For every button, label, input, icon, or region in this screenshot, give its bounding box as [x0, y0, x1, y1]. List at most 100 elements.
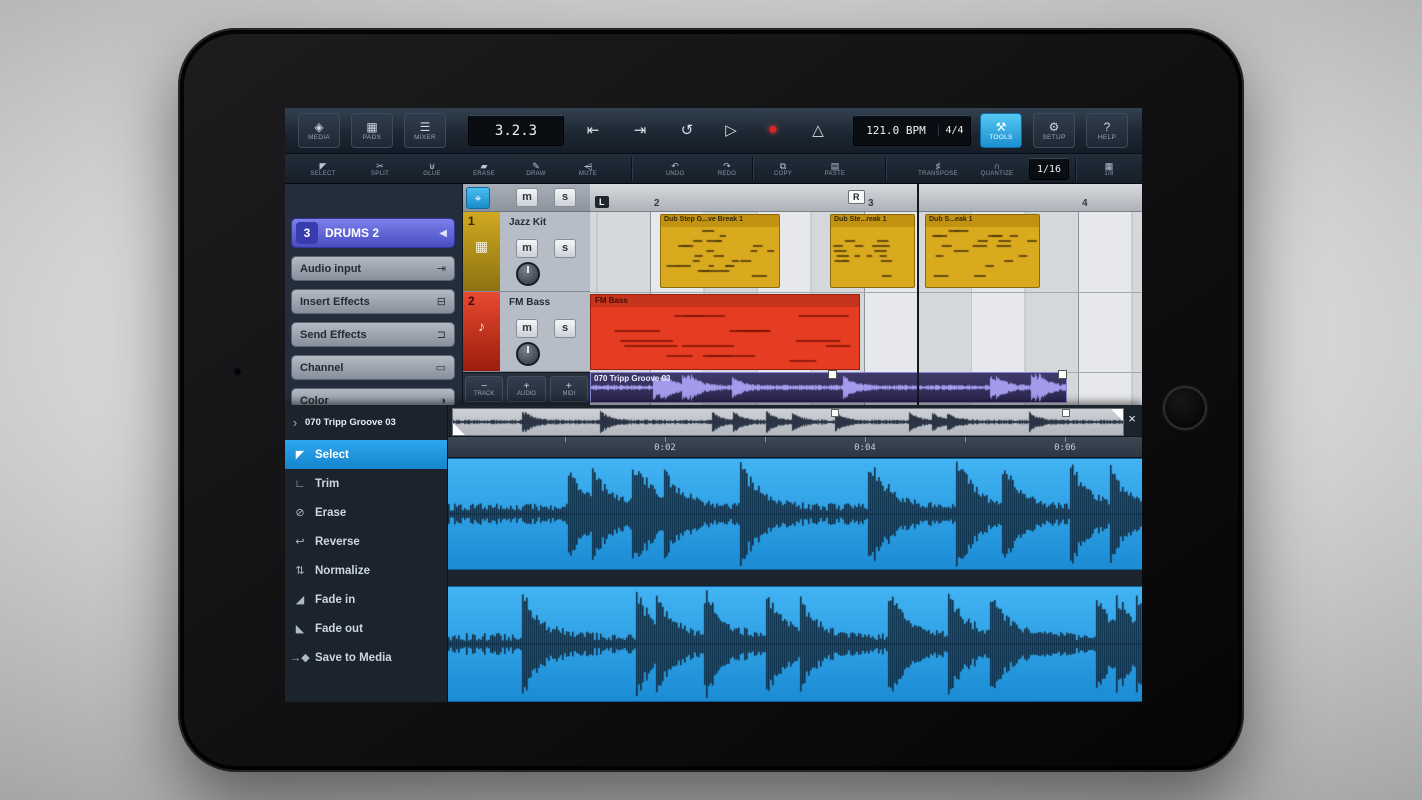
track2-number: 2	[468, 294, 475, 308]
track-header-fm-bass[interactable]: 2 ♪ FM Bass m s	[463, 292, 590, 372]
track-header-jazz-kit[interactable]: 1 ▦ Jazz Kit m s	[463, 212, 590, 292]
midi-clip-3-title: Dub S...eak 1	[926, 215, 1039, 227]
track2-volume-knob[interactable]	[516, 342, 540, 366]
track2-solo-button[interactable]: s	[554, 319, 576, 338]
help-button[interactable]: ? HELP	[1086, 113, 1128, 148]
bass-midi-clip[interactable]: FM Bass	[590, 294, 860, 370]
right-locator-flag[interactable]: R	[848, 190, 865, 204]
glue-label: GLUE	[423, 171, 441, 177]
track1-controls: Jazz Kit m s	[500, 212, 590, 291]
master-mute-button[interactable]: m	[516, 188, 538, 207]
waveform-left-channel[interactable]	[448, 458, 1142, 570]
tools-icon: ⚒	[995, 119, 1007, 134]
clip-selection-handle[interactable]	[1058, 370, 1067, 379]
edit-toolbar: ◤ SELECT ✂ SPLIT ⊎ GLUE ▰ ERASE ✎ DRAW ◁…	[285, 154, 1142, 184]
metronome-button[interactable]: △	[800, 115, 836, 145]
glue-tool-button[interactable]: ⊎ GLUE	[406, 155, 458, 183]
record-button[interactable]: ●	[755, 115, 791, 145]
add-midi-track-button[interactable]: + MIDI	[549, 376, 588, 402]
left-locator-flag[interactable]: L	[595, 196, 609, 208]
draw-tool-button[interactable]: ✎ DRAW	[510, 155, 562, 183]
channel-label: Channel	[300, 361, 344, 374]
go-to-start-button[interactable]: ⇤	[575, 115, 611, 145]
paste-button[interactable]: ▤ PASTE	[809, 155, 861, 183]
inspector-item-color[interactable]: Color ◑	[291, 388, 455, 405]
collapse-inspector-icon[interactable]: ◀	[439, 228, 447, 239]
overview-waveform-canvas	[453, 410, 1123, 434]
copy-button[interactable]: ⧉ COPY	[757, 155, 809, 183]
timeline-ruler[interactable]: 2 3 4 L R	[590, 184, 1142, 212]
close-editor-button[interactable]: ×	[1124, 411, 1140, 427]
inspector-item-send-effects[interactable]: Send Effects ⊐	[291, 322, 455, 347]
track-number-badge: 3	[296, 222, 318, 244]
daw-app-screen: ◈ MEDIA ▦ PADS ☰ MIXER 3.2.3 ⇤ ⇥ ↺ ▷ ● △…	[285, 108, 1142, 702]
setup-button[interactable]: ⚙ SETUP	[1033, 113, 1075, 148]
split-tool-button[interactable]: ✂ SPLIT	[354, 155, 406, 183]
selected-track-header[interactable]: 3 DRUMS 2 ◀	[291, 218, 455, 248]
editor-tool-fade-in[interactable]: ◢ Fade in	[285, 585, 447, 614]
clip-selection-handle[interactable]	[828, 370, 837, 379]
tools-button[interactable]: ⚒ TOOLS	[980, 113, 1022, 148]
undo-label: UNDO	[665, 171, 685, 177]
erase-tool-button[interactable]: ▰ ERASE	[458, 155, 510, 183]
track1-solo-button[interactable]: s	[554, 239, 576, 258]
redo-icon: ↷	[723, 161, 731, 171]
mixer-button[interactable]: ☰ MIXER	[404, 113, 446, 148]
media-button[interactable]: ◈ MEDIA	[298, 113, 340, 148]
editor-tool-select[interactable]: ◤ Select	[285, 440, 447, 469]
tempo-display[interactable]: 121.0 BPM 4/4	[853, 115, 971, 146]
midi-clip-1[interactable]: Dub Step G...ve Break 1	[660, 214, 780, 288]
editor-tool-fade-out[interactable]: ◣ Fade out	[285, 614, 447, 643]
arrangement-area[interactable]: 2 3 4 L R Dub Step G...ve Break 1 Dub St…	[590, 184, 1142, 405]
inspector-item-channel[interactable]: Channel ▭	[291, 355, 455, 380]
transpose-button[interactable]: ♯ TRANSPOSE	[907, 155, 969, 183]
delete-track-button[interactable]: − TRACK	[465, 376, 504, 402]
waveform-right-channel[interactable]	[448, 586, 1142, 702]
eraser-icon: ▰	[480, 161, 488, 171]
waveform-overview-strip[interactable]	[452, 408, 1124, 436]
play-icon: ▷	[725, 122, 737, 139]
quantize-button[interactable]: ∩ QUANTIZE	[969, 155, 1025, 183]
collapse-editor-icon[interactable]: ›	[285, 415, 305, 430]
play-button[interactable]: ▷	[713, 115, 749, 145]
track2-mute-button[interactable]: m	[516, 319, 538, 338]
mixer-label: MIXER	[413, 133, 437, 141]
midi-clip-2[interactable]: Dub Ste...reak 1	[830, 214, 915, 288]
track1-mute-button[interactable]: m	[516, 239, 538, 258]
track2-controls: FM Bass m s	[500, 292, 590, 371]
go-to-end-button[interactable]: ⇥	[622, 115, 658, 145]
mute-tool-button[interactable]: ◁ MUTE	[562, 155, 614, 183]
selection-marker-right[interactable]	[1062, 409, 1070, 417]
undo-button[interactable]: ↶ UNDO	[649, 155, 701, 183]
home-button[interactable]	[1163, 386, 1207, 430]
editor-tool-reverse[interactable]: ↩ Reverse	[285, 527, 447, 556]
quantize-value-display[interactable]: 1/16	[1029, 158, 1069, 180]
selection-marker-left[interactable]	[831, 409, 839, 417]
midi-clip-3[interactable]: Dub S...eak 1	[925, 214, 1040, 288]
paste-label: PASTE	[824, 171, 846, 177]
grid-icon: ▦	[1104, 161, 1114, 171]
redo-button[interactable]: ↷ REDO	[701, 155, 753, 183]
editor-tool-normalize[interactable]: ⇅ Normalize	[285, 556, 447, 585]
editor-tool-save-to-media[interactable]: →◆ Save to Media	[285, 643, 447, 672]
overview-right-handle[interactable]	[1111, 409, 1123, 421]
inspector-item-audio-input[interactable]: Audio input ⇥	[291, 256, 455, 281]
timeline-tick	[565, 437, 566, 442]
gear-icon: ⚙	[1048, 119, 1060, 134]
grid-snap-button[interactable]: ▦ 1/8	[1083, 155, 1135, 183]
normalize-icon: ⇅	[295, 565, 305, 577]
editor-tool-erase[interactable]: ⊘ Erase	[285, 498, 447, 527]
master-solo-button[interactable]: s	[554, 188, 576, 207]
add-audio-track-button[interactable]: + AUDIO	[507, 376, 546, 402]
copy-icon: ⧉	[779, 161, 787, 171]
bar-number: 2	[654, 198, 660, 209]
inspector-item-insert-effects[interactable]: Insert Effects ⊟	[291, 289, 455, 314]
playhead[interactable]	[917, 184, 919, 405]
track1-volume-knob[interactable]	[516, 262, 540, 286]
overview-left-handle[interactable]	[453, 423, 465, 435]
select-tool-button[interactable]: ◤ SELECT	[297, 155, 349, 183]
editor-tool-trim[interactable]: ∟ Trim	[285, 469, 447, 498]
cycle-button[interactable]: ↺	[669, 115, 705, 145]
pads-button[interactable]: ▦ PADS	[351, 113, 393, 148]
follow-playhead-button[interactable]: ⌖	[466, 187, 490, 209]
